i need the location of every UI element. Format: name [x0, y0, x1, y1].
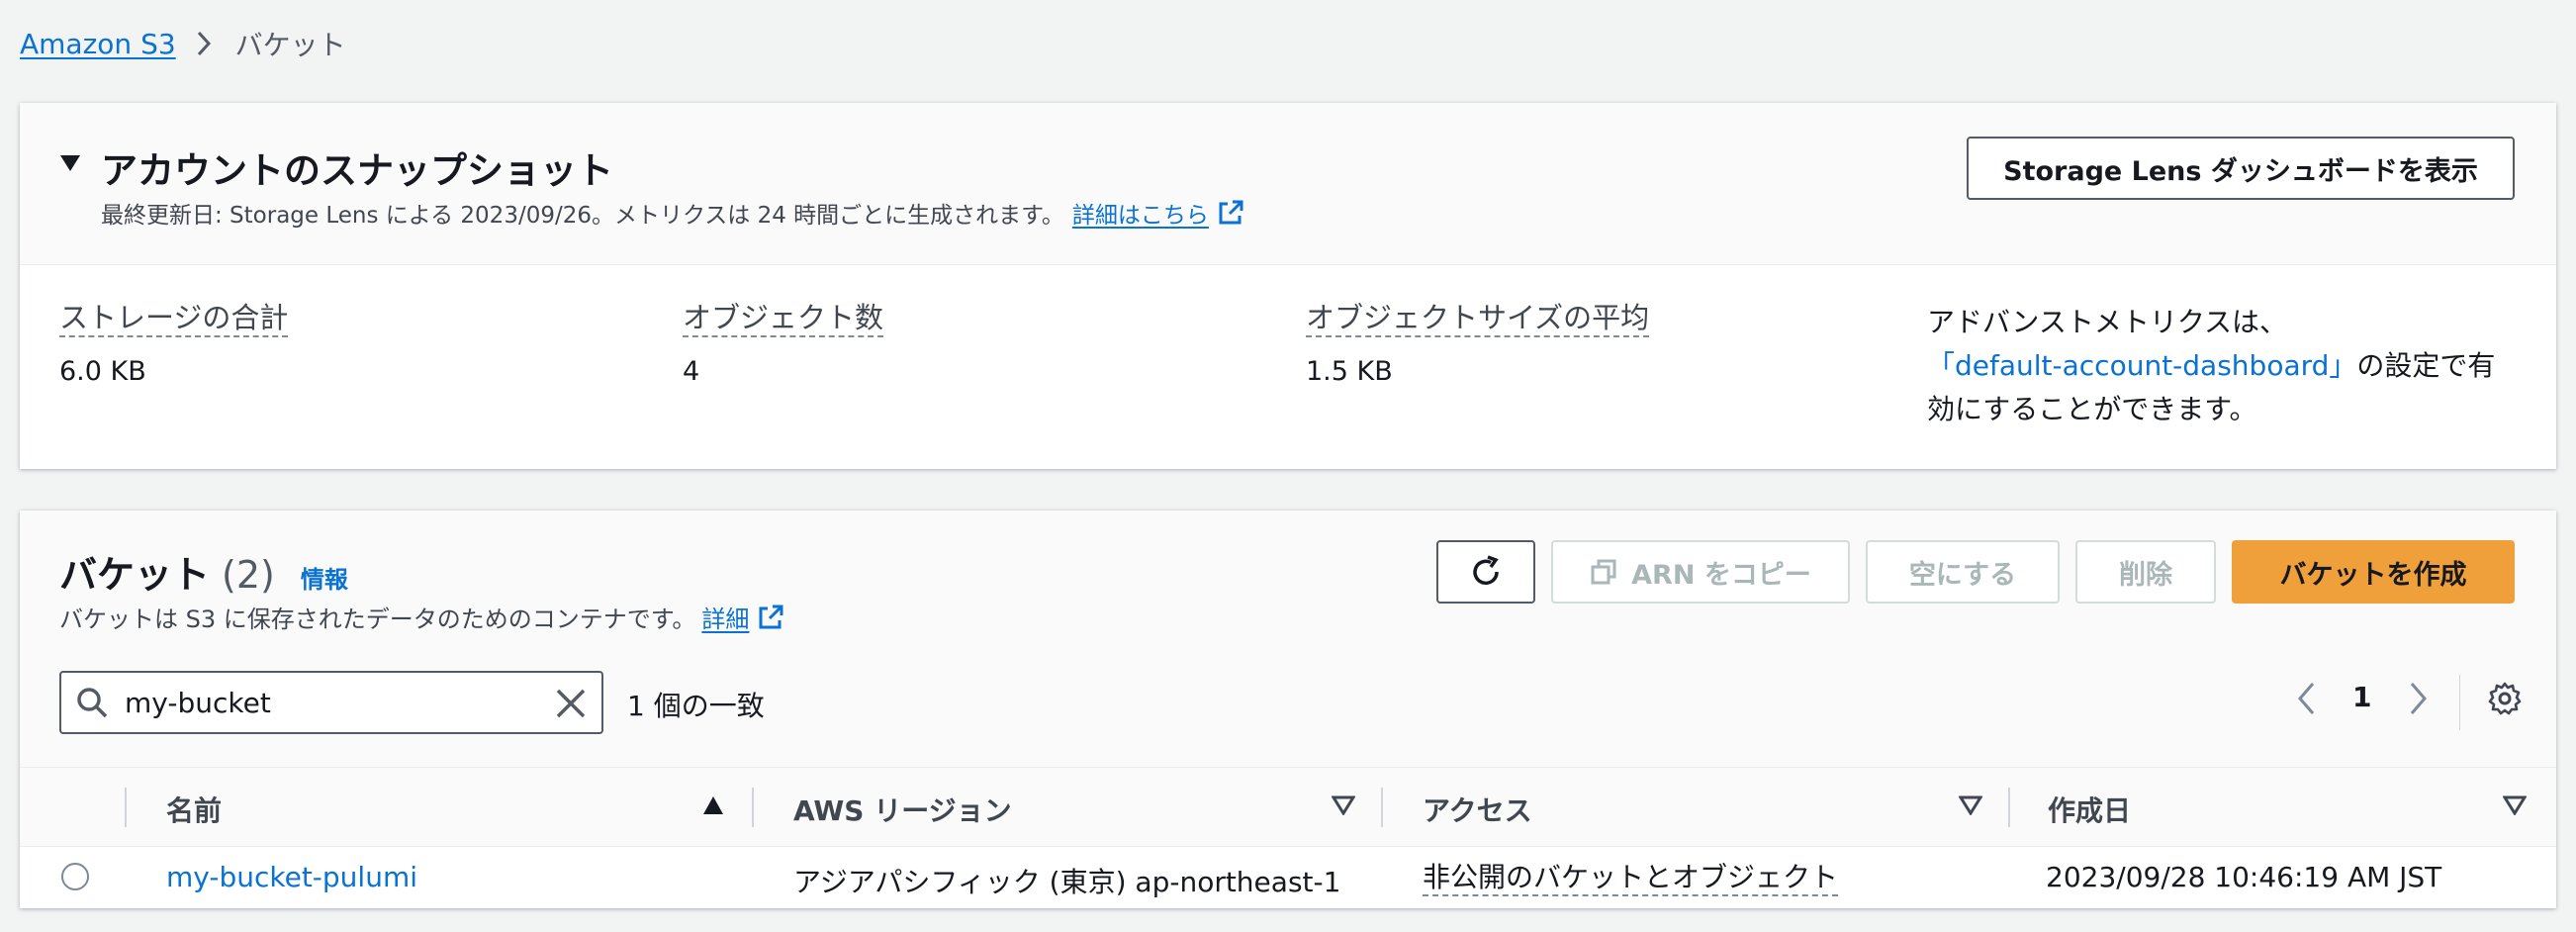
delete-bucket-button[interactable]: 削除: [2075, 540, 2216, 604]
metric-avg-size-value: 1.5 KB: [1306, 356, 1393, 387]
copy-arn-label: ARN をコピー: [1631, 559, 1811, 591]
buckets-subtitle: バケットは S3 に保存されたデータのためのコンテナです。 詳細: [59, 600, 784, 634]
metric-avg-size-label[interactable]: オブジェクトサイズの平均: [1306, 301, 1650, 337]
column-header-created[interactable]: 作成日: [2048, 790, 2131, 829]
snapshot-title[interactable]: アカウントのスナップショット: [101, 140, 613, 194]
snapshot-details-link[interactable]: 詳細はこちら: [1072, 196, 1209, 230]
account-snapshot-panel: アカウントのスナップショット 最終更新日: Storage Lens による 2…: [20, 103, 2556, 469]
external-link-icon[interactable]: [757, 604, 784, 631]
column-divider[interactable]: [2008, 788, 2010, 827]
buckets-subtitle-text: バケットは S3 に保存されたデータのためのコンテナです。: [59, 606, 696, 633]
buckets-count: (2): [222, 553, 275, 597]
column-header-region[interactable]: AWS リージョン: [793, 790, 1012, 829]
metric-object-count-label[interactable]: オブジェクト数: [683, 301, 884, 337]
buckets-title: バケット (2) 情報: [59, 544, 348, 599]
gear-icon[interactable]: [2487, 681, 2523, 716]
copy-arn-button[interactable]: ARN をコピー: [1551, 540, 1850, 604]
buckets-panel: バケット (2) 情報 バケットは S3 に保存されたデータのためのコンテナです…: [20, 511, 2556, 908]
metric-total-storage-value: 6.0 KB: [59, 356, 146, 387]
current-page-number[interactable]: 1: [2352, 681, 2371, 713]
bucket-access[interactable]: 非公開のバケットとオブジェクト: [1423, 861, 1839, 896]
row-select-radio[interactable]: [61, 863, 89, 890]
bucket-created: 2023/09/28 10:46:19 AM JST: [2046, 861, 2442, 893]
column-divider[interactable]: [1381, 788, 1383, 827]
table-row[interactable]: my-bucket-pulumi アジアパシフィック (東京) ap-north…: [20, 847, 2556, 908]
buckets-details-link[interactable]: 詳細: [701, 600, 749, 634]
copy-icon: [1590, 558, 1617, 586]
breadcrumb-amazon-s3-link[interactable]: Amazon S3: [20, 28, 176, 60]
default-account-dashboard-link[interactable]: 「default-account-dashboard」: [1927, 349, 2356, 382]
refresh-button[interactable]: [1436, 540, 1535, 604]
chevron-right-icon: [196, 31, 212, 56]
previous-page-icon[interactable]: [2295, 681, 2319, 716]
buckets-title-text: バケット: [59, 553, 211, 597]
next-page-icon[interactable]: [2406, 681, 2430, 716]
bucket-table-header: 名前 AWS リージョン アクセス 作成日: [20, 768, 2556, 847]
breadcrumb: Amazon S3 バケット: [20, 20, 346, 67]
bucket-region: アジアパシフィック (東京) ap-northeast-1: [793, 866, 1341, 898]
advanced-metrics-prefix: アドバンストメトリクスは、: [1927, 306, 2288, 338]
sort-unsorted-icon[interactable]: [1332, 795, 1355, 815]
breadcrumb-current: バケット: [234, 29, 346, 61]
column-header-access[interactable]: アクセス: [1423, 790, 1532, 829]
refresh-icon: [1468, 554, 1504, 590]
storage-lens-dashboard-button[interactable]: Storage Lens ダッシュボードを表示: [1967, 137, 2515, 200]
bucket-search-input[interactable]: [125, 686, 520, 719]
create-bucket-button[interactable]: バケットを作成: [2232, 540, 2515, 604]
snapshot-subtitle-text: 最終更新日: Storage Lens による 2023/09/26。メトリクス…: [101, 203, 1064, 229]
external-link-icon[interactable]: [1217, 199, 1244, 227]
metric-object-count-value: 4: [683, 356, 700, 387]
caret-down-icon[interactable]: [59, 154, 81, 176]
pager-divider: [2459, 675, 2460, 730]
match-count: 1 個の一致: [627, 690, 765, 722]
column-header-name[interactable]: 名前: [166, 790, 222, 829]
sort-unsorted-icon[interactable]: [1959, 795, 1982, 815]
bucket-search-box[interactable]: [59, 671, 603, 734]
snapshot-subtitle: 最終更新日: Storage Lens による 2023/09/26。メトリクス…: [101, 196, 1244, 230]
sort-unsorted-icon[interactable]: [2503, 795, 2527, 815]
search-icon: [75, 686, 109, 719]
column-divider[interactable]: [752, 788, 754, 827]
buckets-info-link[interactable]: 情報: [301, 560, 348, 595]
sort-ascending-icon[interactable]: [702, 795, 724, 815]
clear-search-icon[interactable]: [554, 687, 588, 720]
column-divider: [125, 788, 127, 827]
empty-bucket-button[interactable]: 空にする: [1866, 540, 2060, 604]
advanced-metrics-note: アドバンストメトリクスは、 「default-account-dashboard…: [1927, 301, 2521, 431]
metric-total-storage-label[interactable]: ストレージの合計: [59, 301, 289, 337]
bucket-name-link[interactable]: my-bucket-pulumi: [166, 861, 417, 893]
